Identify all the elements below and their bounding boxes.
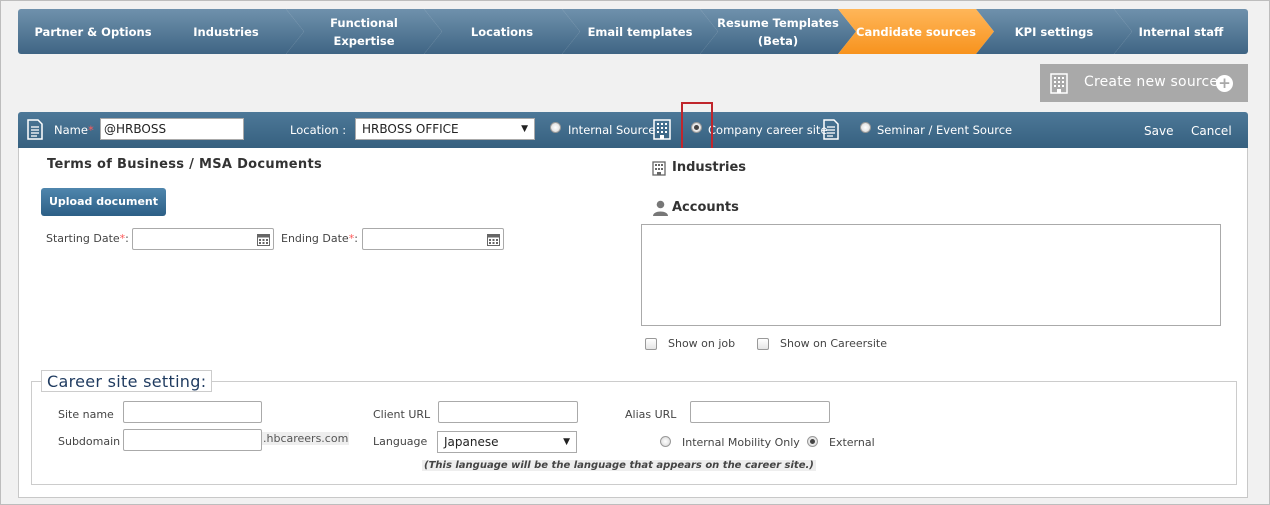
client-url-label: Client URL xyxy=(373,408,431,421)
starting-date-label: Starting Date*: xyxy=(46,232,129,245)
step-label: Industries xyxy=(193,24,259,39)
step-label: Functional Expertise xyxy=(330,15,398,48)
internal-source-label: Internal Source xyxy=(568,123,656,137)
subdomain-label: Subdomain xyxy=(58,435,121,448)
seminar-event-source-label: Seminar / Event Source xyxy=(877,123,1013,137)
location-select[interactable]: HRBOSS OFFICE ▼ xyxy=(355,118,535,140)
ending-date-input[interactable] xyxy=(362,228,504,250)
step-industries[interactable]: Industries xyxy=(148,9,304,54)
industries-title: Industries xyxy=(672,160,747,175)
starting-date-input[interactable] xyxy=(132,228,274,250)
source-form-panel: Terms of Business / MSA Documents Upload… xyxy=(18,148,1248,498)
building-icon xyxy=(653,119,671,140)
calendar-icon[interactable] xyxy=(487,233,500,246)
cancel-button[interactable]: Cancel xyxy=(1191,124,1232,138)
document-icon xyxy=(823,119,839,140)
step-label: Locations xyxy=(470,24,534,39)
language-note: (This language will be the language that… xyxy=(422,460,816,471)
show-on-careersite-checkbox[interactable] xyxy=(757,338,769,350)
seminar-event-source-radio[interactable] xyxy=(860,122,871,133)
step-label: Email templates xyxy=(587,24,693,39)
internal-mobility-label: Internal Mobility Only xyxy=(682,436,800,449)
alias-url-label: Alias URL xyxy=(625,408,677,421)
site-name-label: Site name xyxy=(58,408,114,421)
step-partner-options[interactable]: Partner & Options xyxy=(18,9,168,54)
user-icon xyxy=(653,200,668,216)
step-email-templates[interactable]: Email templates xyxy=(562,9,718,54)
step-candidate-sources[interactable]: Candidate sources xyxy=(838,9,994,54)
step-kpi-settings[interactable]: KPI settings xyxy=(976,9,1132,54)
location-label: Location : xyxy=(290,123,347,137)
building-icon xyxy=(652,161,666,176)
career-site-setting-legend: Career site setting: xyxy=(41,370,213,392)
step-label: KPI settings xyxy=(1014,24,1094,39)
client-url-input[interactable] xyxy=(438,401,578,423)
upload-document-button[interactable]: Upload document xyxy=(41,188,166,216)
calendar-icon[interactable] xyxy=(257,233,270,246)
step-functional-expertise[interactable]: Functional Expertise xyxy=(286,9,442,54)
step-label: Resume Templates (Beta) xyxy=(717,15,839,48)
location-select-value: HRBOSS OFFICE xyxy=(362,122,459,136)
show-on-job-checkbox[interactable] xyxy=(645,338,657,350)
step-resume-templates[interactable]: Resume Templates (Beta) xyxy=(700,9,856,54)
wizard-steps: Partner & Options Industries Functional … xyxy=(18,9,1248,54)
building-icon xyxy=(1050,73,1068,94)
subdomain-suffix: .hbcareers.com xyxy=(262,432,350,445)
company-career-site-label: Company career site xyxy=(708,123,828,137)
step-label: Partner & Options xyxy=(34,24,152,39)
alias-url-input[interactable] xyxy=(690,401,830,423)
language-label: Language xyxy=(373,435,428,448)
subdomain-input[interactable] xyxy=(123,429,262,451)
plus-icon: + xyxy=(1216,75,1233,92)
app-frame: Partner & Options Industries Functional … xyxy=(0,0,1270,505)
name-input[interactable] xyxy=(100,118,244,140)
show-on-careersite-label: Show on Careersite xyxy=(780,337,888,350)
step-label: Internal staff xyxy=(1138,24,1224,39)
accounts-list-box[interactable] xyxy=(641,224,1221,326)
internal-mobility-radio[interactable] xyxy=(660,436,671,447)
external-label: External xyxy=(829,436,875,449)
name-label: Name* xyxy=(54,123,94,137)
create-new-source-label: Create new source xyxy=(1084,74,1219,90)
internal-source-radio[interactable] xyxy=(550,122,561,133)
language-select[interactable]: Japanese ▼ xyxy=(437,431,577,453)
create-new-source-button[interactable]: Create new source + xyxy=(1040,64,1248,102)
site-name-input[interactable] xyxy=(123,401,262,423)
step-internal-staff[interactable]: Internal staff xyxy=(1114,9,1248,54)
chevron-down-icon: ▼ xyxy=(563,437,570,447)
external-radio[interactable] xyxy=(807,436,818,447)
highlight-box xyxy=(681,102,713,150)
step-locations[interactable]: Locations xyxy=(424,9,580,54)
chevron-down-icon: ▼ xyxy=(521,124,528,134)
ending-date-label: Ending Date*: xyxy=(281,232,358,245)
terms-section-title: Terms of Business / MSA Documents xyxy=(47,157,323,172)
save-button[interactable]: Save xyxy=(1144,124,1173,138)
language-select-value: Japanese xyxy=(444,435,499,449)
accounts-title: Accounts xyxy=(672,200,739,215)
document-icon xyxy=(27,119,43,140)
step-label: Candidate sources xyxy=(856,24,976,39)
source-header-bar: Name* Location : HRBOSS OFFICE ▼ Interna… xyxy=(18,112,1248,148)
show-on-job-label: Show on job xyxy=(668,337,736,350)
